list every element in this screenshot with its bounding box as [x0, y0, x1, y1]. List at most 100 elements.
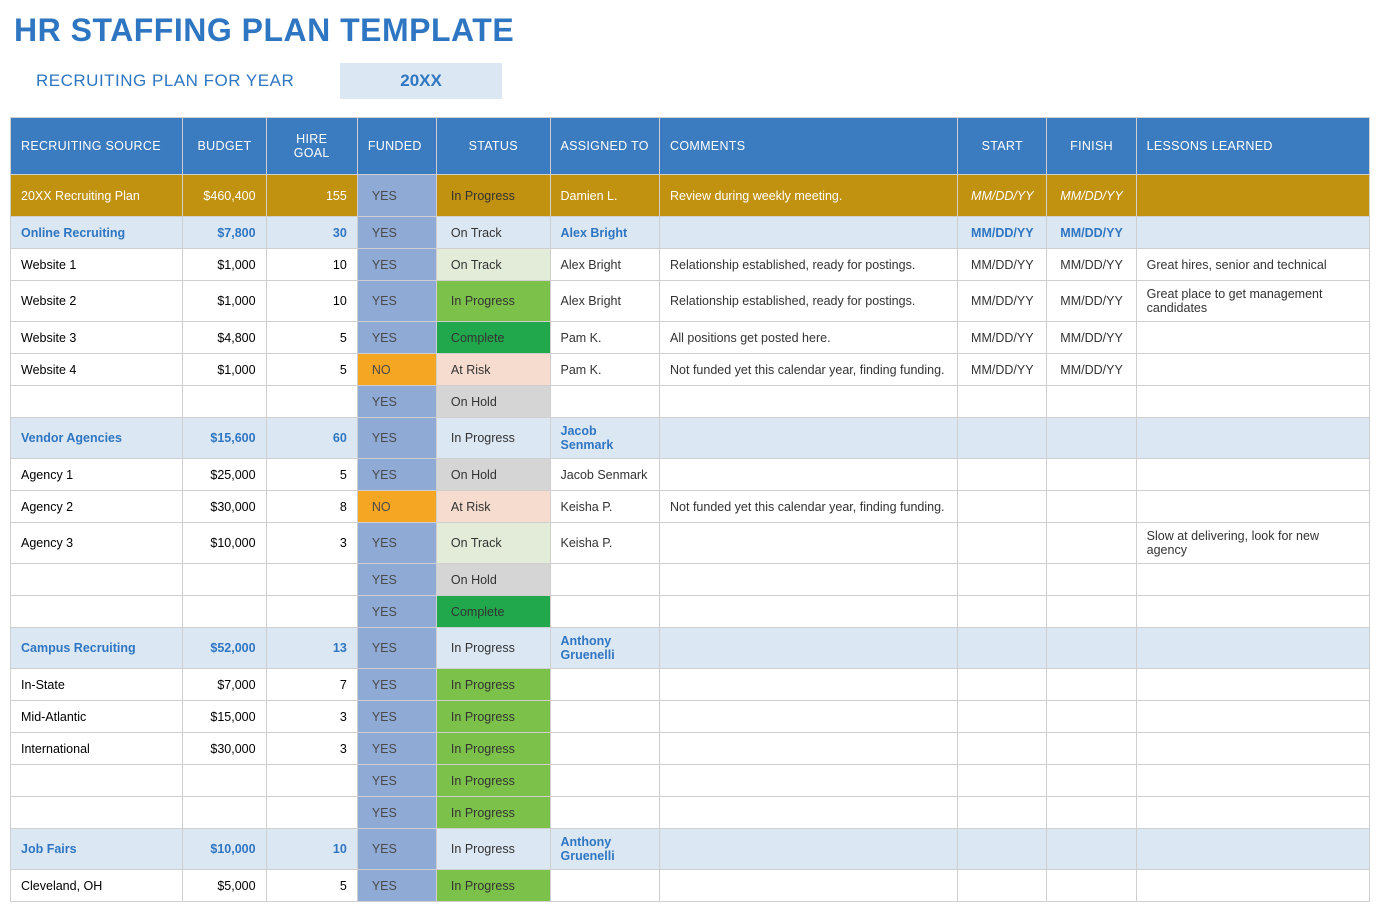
- cell-source[interactable]: Cleveland, OH: [11, 870, 183, 902]
- cell-start[interactable]: [958, 564, 1047, 596]
- cell-start[interactable]: [958, 491, 1047, 523]
- cell-source[interactable]: Website 4: [11, 354, 183, 386]
- cell-status[interactable]: On Hold: [436, 386, 550, 418]
- cell-start[interactable]: [958, 797, 1047, 829]
- cell-lessons[interactable]: [1136, 322, 1369, 354]
- cell-hire[interactable]: 10: [266, 829, 357, 870]
- cell-finish[interactable]: MM/DD/YY: [1047, 217, 1136, 249]
- cell-start[interactable]: [958, 628, 1047, 669]
- cell-budget[interactable]: [183, 797, 266, 829]
- cell-hire[interactable]: 155: [266, 175, 357, 217]
- cell-budget[interactable]: $10,000: [183, 829, 266, 870]
- cell-finish[interactable]: [1047, 669, 1136, 701]
- cell-assigned[interactable]: Pam K.: [550, 354, 660, 386]
- cell-source[interactable]: Campus Recruiting: [11, 628, 183, 669]
- cell-start[interactable]: [958, 701, 1047, 733]
- cell-comments[interactable]: Review during weekly meeting.: [660, 175, 958, 217]
- cell-funded[interactable]: YES: [357, 628, 436, 669]
- cell-lessons[interactable]: [1136, 797, 1369, 829]
- cell-lessons[interactable]: [1136, 354, 1369, 386]
- cell-finish[interactable]: MM/DD/YY: [1047, 281, 1136, 322]
- cell-status[interactable]: At Risk: [436, 354, 550, 386]
- cell-budget[interactable]: $10,000: [183, 523, 266, 564]
- cell-source[interactable]: Website 2: [11, 281, 183, 322]
- cell-budget[interactable]: [183, 596, 266, 628]
- cell-assigned[interactable]: Alex Bright: [550, 217, 660, 249]
- cell-status[interactable]: Complete: [436, 596, 550, 628]
- cell-hire[interactable]: [266, 564, 357, 596]
- cell-hire[interactable]: 3: [266, 523, 357, 564]
- cell-assigned[interactable]: Alex Bright: [550, 281, 660, 322]
- cell-comments[interactable]: [660, 797, 958, 829]
- cell-status[interactable]: In Progress: [436, 628, 550, 669]
- cell-assigned[interactable]: Anthony Gruenelli: [550, 628, 660, 669]
- cell-finish[interactable]: [1047, 701, 1136, 733]
- cell-budget[interactable]: $7,800: [183, 217, 266, 249]
- cell-budget[interactable]: [183, 765, 266, 797]
- cell-status[interactable]: Complete: [436, 322, 550, 354]
- cell-hire[interactable]: 13: [266, 628, 357, 669]
- cell-budget[interactable]: $7,000: [183, 669, 266, 701]
- cell-status[interactable]: In Progress: [436, 669, 550, 701]
- cell-assigned[interactable]: [550, 733, 660, 765]
- cell-source[interactable]: Agency 2: [11, 491, 183, 523]
- cell-hire[interactable]: [266, 386, 357, 418]
- cell-source[interactable]: In-State: [11, 669, 183, 701]
- cell-assigned[interactable]: Anthony Gruenelli: [550, 829, 660, 870]
- cell-budget[interactable]: $25,000: [183, 459, 266, 491]
- cell-funded[interactable]: YES: [357, 249, 436, 281]
- cell-finish[interactable]: [1047, 870, 1136, 902]
- cell-assigned[interactable]: [550, 701, 660, 733]
- cell-assigned[interactable]: Pam K.: [550, 322, 660, 354]
- cell-comments[interactable]: [660, 765, 958, 797]
- cell-finish[interactable]: [1047, 797, 1136, 829]
- cell-comments[interactable]: [660, 733, 958, 765]
- cell-budget[interactable]: $30,000: [183, 491, 266, 523]
- cell-finish[interactable]: [1047, 628, 1136, 669]
- cell-lessons[interactable]: [1136, 418, 1369, 459]
- cell-comments[interactable]: [660, 523, 958, 564]
- cell-source[interactable]: Website 1: [11, 249, 183, 281]
- cell-finish[interactable]: [1047, 523, 1136, 564]
- cell-assigned[interactable]: Jacob Senmark: [550, 418, 660, 459]
- cell-start[interactable]: MM/DD/YY: [958, 175, 1047, 217]
- cell-finish[interactable]: [1047, 386, 1136, 418]
- cell-funded[interactable]: NO: [357, 491, 436, 523]
- cell-funded[interactable]: YES: [357, 564, 436, 596]
- cell-source[interactable]: Online Recruiting: [11, 217, 183, 249]
- cell-lessons[interactable]: [1136, 669, 1369, 701]
- cell-status[interactable]: In Progress: [436, 418, 550, 459]
- cell-start[interactable]: MM/DD/YY: [958, 322, 1047, 354]
- cell-comments[interactable]: [660, 386, 958, 418]
- cell-status[interactable]: On Hold: [436, 564, 550, 596]
- cell-start[interactable]: [958, 669, 1047, 701]
- cell-hire[interactable]: 5: [266, 354, 357, 386]
- cell-finish[interactable]: MM/DD/YY: [1047, 354, 1136, 386]
- cell-status[interactable]: In Progress: [436, 733, 550, 765]
- cell-status[interactable]: On Hold: [436, 459, 550, 491]
- cell-source[interactable]: Job Fairs: [11, 829, 183, 870]
- cell-start[interactable]: [958, 386, 1047, 418]
- cell-budget[interactable]: $15,600: [183, 418, 266, 459]
- cell-finish[interactable]: MM/DD/YY: [1047, 175, 1136, 217]
- cell-lessons[interactable]: [1136, 765, 1369, 797]
- cell-source[interactable]: [11, 596, 183, 628]
- cell-finish[interactable]: [1047, 765, 1136, 797]
- cell-assigned[interactable]: Alex Bright: [550, 249, 660, 281]
- cell-status[interactable]: On Track: [436, 249, 550, 281]
- cell-status[interactable]: In Progress: [436, 765, 550, 797]
- cell-comments[interactable]: [660, 564, 958, 596]
- cell-start[interactable]: [958, 523, 1047, 564]
- cell-start[interactable]: [958, 459, 1047, 491]
- cell-lessons[interactable]: [1136, 459, 1369, 491]
- cell-funded[interactable]: YES: [357, 596, 436, 628]
- cell-budget[interactable]: $1,000: [183, 249, 266, 281]
- cell-start[interactable]: [958, 418, 1047, 459]
- cell-status[interactable]: On Track: [436, 523, 550, 564]
- cell-status[interactable]: In Progress: [436, 829, 550, 870]
- cell-assigned[interactable]: [550, 870, 660, 902]
- cell-comments[interactable]: [660, 669, 958, 701]
- cell-hire[interactable]: [266, 765, 357, 797]
- cell-comments[interactable]: [660, 870, 958, 902]
- cell-lessons[interactable]: [1136, 386, 1369, 418]
